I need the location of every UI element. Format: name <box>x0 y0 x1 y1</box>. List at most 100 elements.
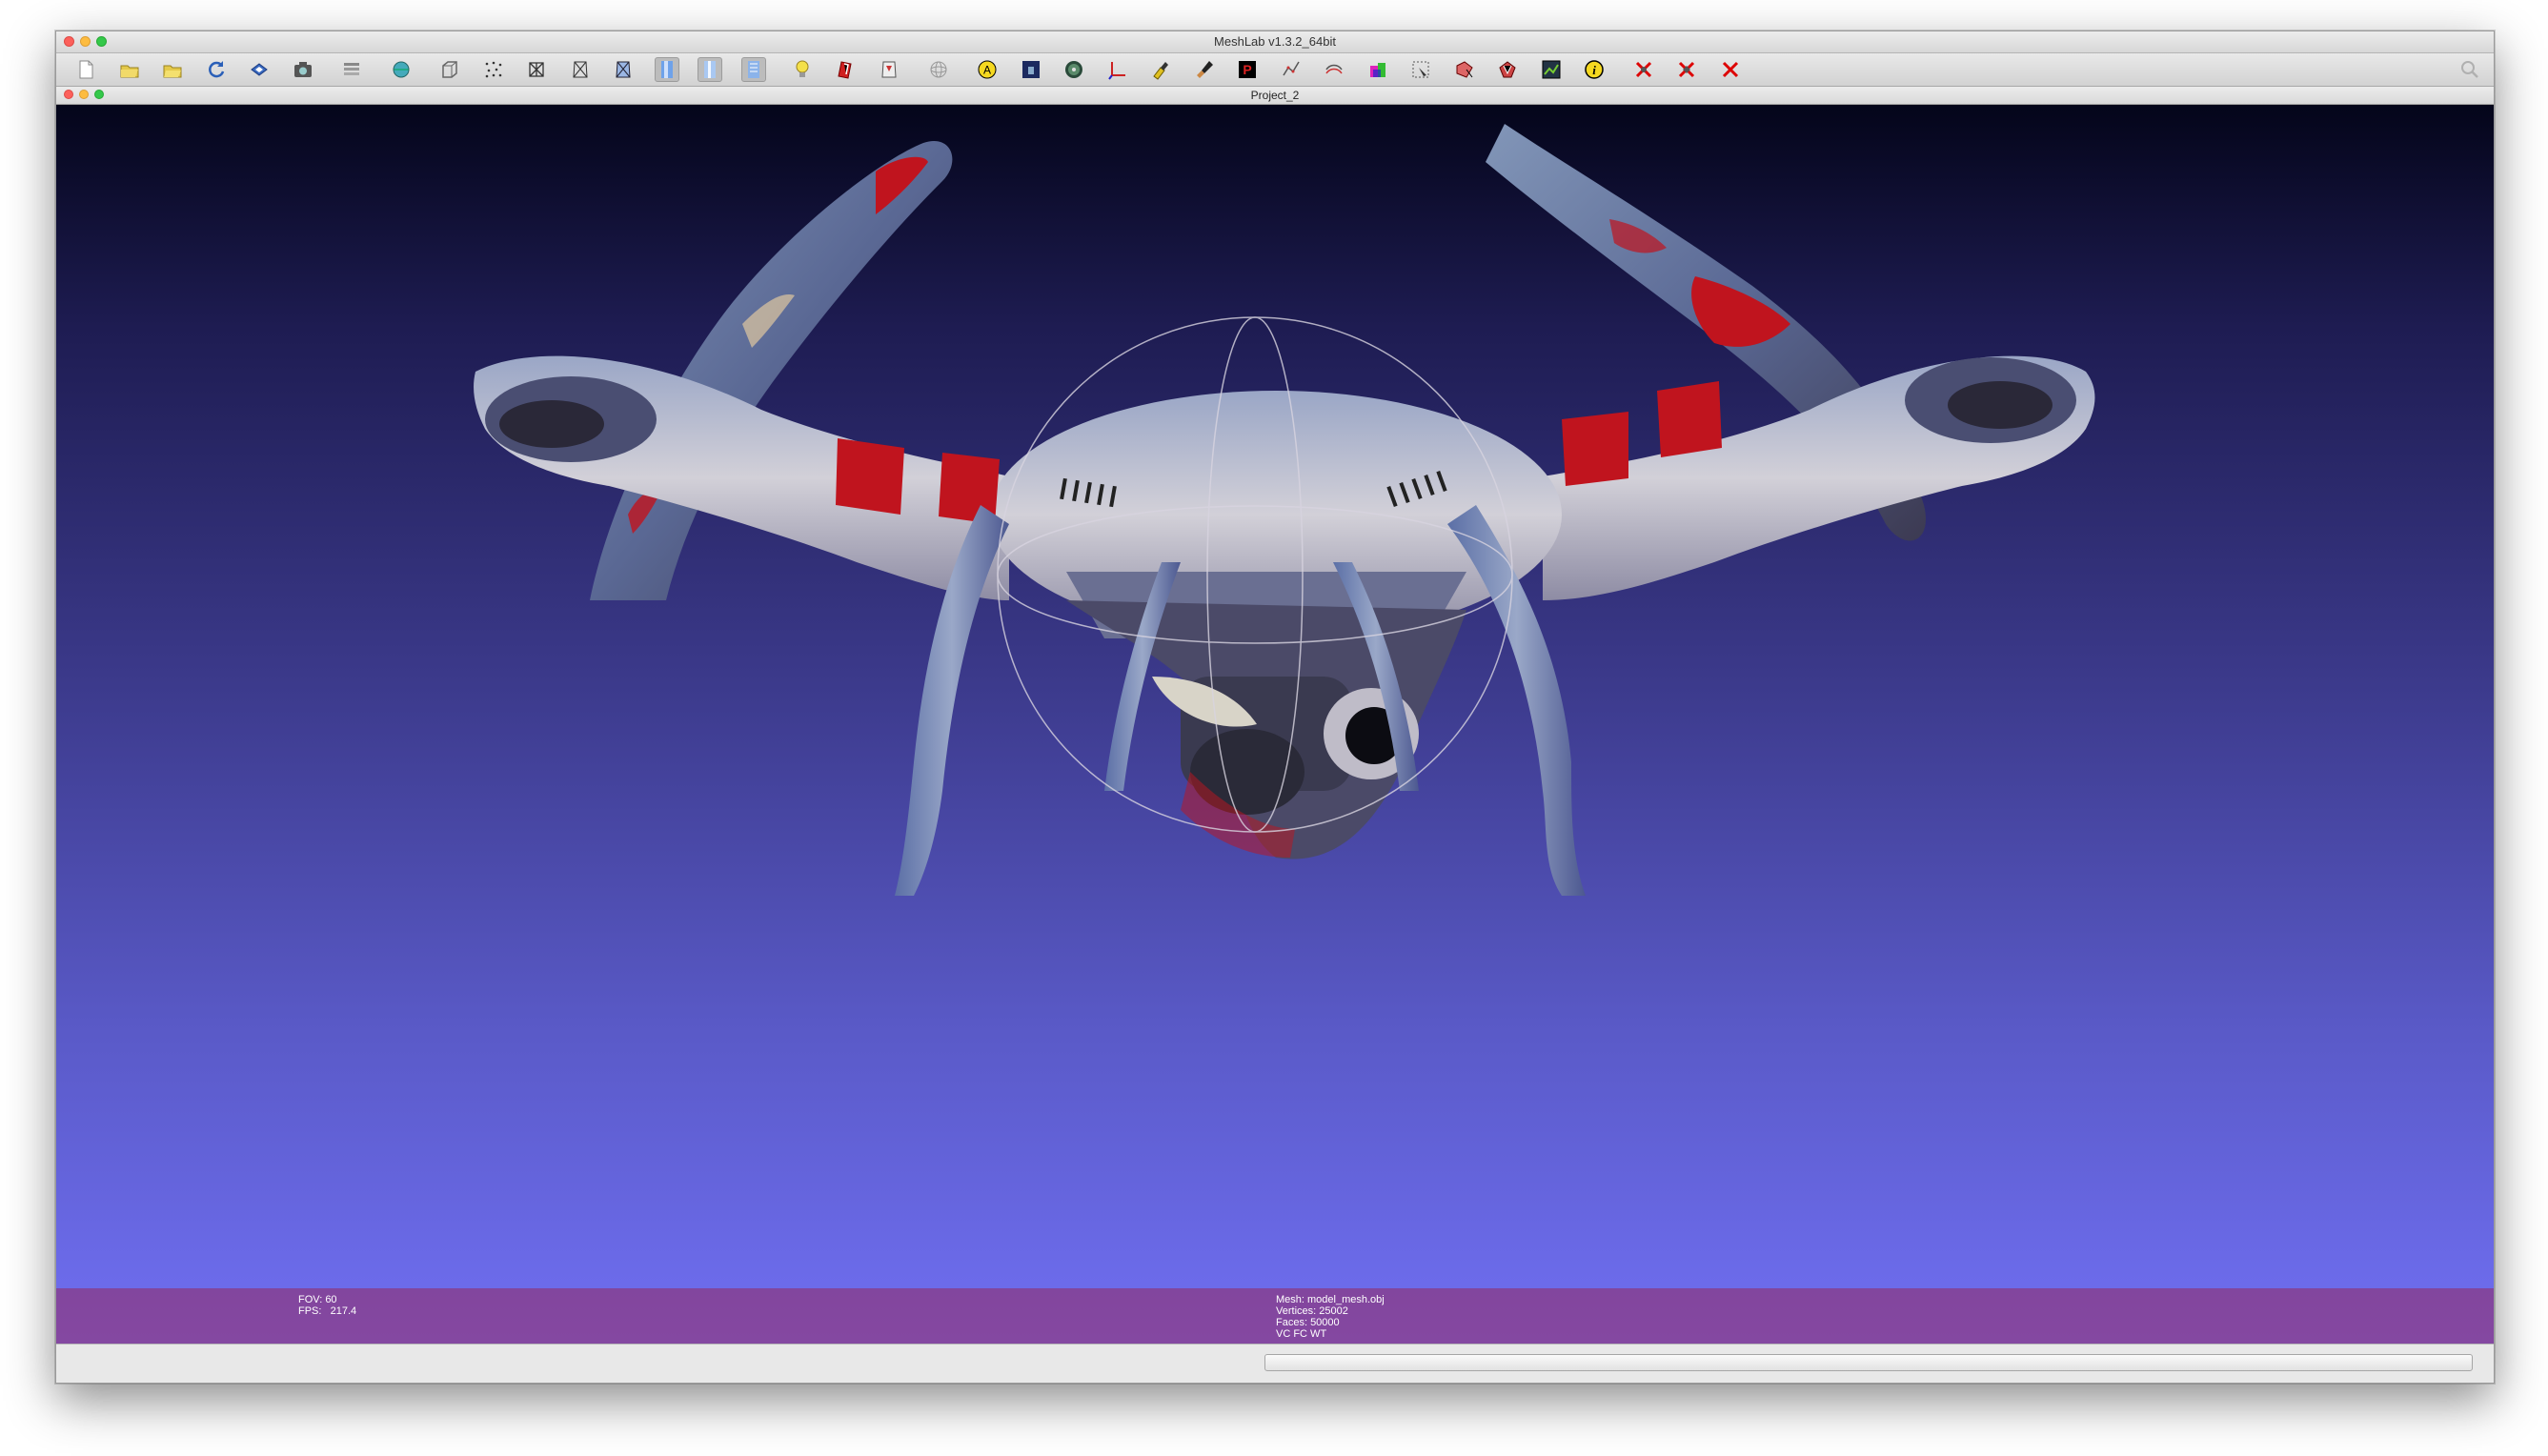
measure-icon <box>1065 61 1082 78</box>
fancy-lighting-button[interactable] <box>834 57 859 82</box>
delete-vertices-button[interactable] <box>1674 57 1699 82</box>
reload-icon <box>208 61 224 78</box>
meshlab-window: MeshLab v1.3.2_64bit A Pi Project_2 FOV: … <box>55 30 2495 1384</box>
open-mesh-icon <box>163 65 182 78</box>
document-title: Project_2 <box>1250 89 1300 102</box>
color-globe-icon <box>393 61 409 78</box>
measure-button[interactable] <box>1062 57 1086 82</box>
drone-mesh-render <box>474 124 2095 896</box>
zoom-button[interactable] <box>96 36 107 47</box>
info-button[interactable]: i <box>1582 57 1607 82</box>
delete-faces-button[interactable] <box>1631 57 1656 82</box>
align-button[interactable] <box>1279 57 1304 82</box>
3d-viewport[interactable]: FOV: 60 FPS: 217.4 Mesh: model_mesh.obj … <box>56 105 2494 1344</box>
pick-points-icon: P <box>1239 61 1256 78</box>
delete-all-button[interactable] <box>1718 57 1743 82</box>
progress-bar <box>1264 1354 2473 1371</box>
select-connected-icon <box>1499 61 1516 78</box>
select-vertices-icon <box>1456 61 1473 78</box>
quality-map-icon <box>1021 61 1040 78</box>
snapshot-button[interactable] <box>291 57 315 82</box>
info-overlay: FOV: 60 FPS: 217.4 Mesh: model_mesh.obj … <box>56 1288 2494 1344</box>
close-button[interactable] <box>64 36 74 47</box>
bounding-box-button[interactable] <box>437 57 462 82</box>
faces-count: Faces: 50000 <box>1276 1317 1340 1328</box>
texture-button[interactable] <box>740 57 766 82</box>
flat-shading-button[interactable] <box>654 57 679 82</box>
annotation-button[interactable]: A <box>975 57 1000 82</box>
manipulator-icon <box>1325 64 1343 74</box>
points-icon <box>485 61 501 78</box>
delete-all-icon <box>1722 61 1738 78</box>
save-icon <box>251 63 268 76</box>
pick-points-button[interactable]: P <box>1235 57 1260 82</box>
axis-button[interactable] <box>1105 57 1130 82</box>
smooth-shading-button[interactable] <box>698 57 722 82</box>
align-icon <box>1282 61 1300 76</box>
light-button[interactable] <box>790 57 815 82</box>
flat-lines-button[interactable] <box>611 57 636 82</box>
manipulator-button[interactable] <box>1322 57 1346 82</box>
layers-button[interactable] <box>339 57 364 82</box>
bounding-box-icon <box>442 61 457 78</box>
snapshot-icon <box>293 62 312 77</box>
wireframe-button[interactable] <box>524 57 549 82</box>
trackball-icon <box>930 61 946 78</box>
search-icon[interactable] <box>2459 59 2480 80</box>
brush-button[interactable] <box>1192 57 1217 82</box>
save-button[interactable] <box>247 57 272 82</box>
light-icon <box>796 60 809 77</box>
paint-button[interactable] <box>1148 57 1173 82</box>
trackball-button[interactable] <box>926 57 951 82</box>
select-faces-icon <box>1412 61 1429 78</box>
delete-vertices-icon <box>1678 61 1695 78</box>
main-toolbar: A Pi <box>56 53 2494 87</box>
axis-icon <box>1107 62 1125 80</box>
wireframe-icon <box>529 62 544 77</box>
document-minimize-button[interactable] <box>79 90 89 99</box>
smooth-shading-icon <box>704 61 716 78</box>
new-project-icon <box>79 60 93 79</box>
fancy-lighting-icon <box>837 61 852 79</box>
right-stripe-2 <box>1657 381 1722 457</box>
quality-map-button[interactable] <box>1019 57 1043 82</box>
hidden-lines-button[interactable] <box>568 57 593 82</box>
texture-icon <box>747 61 759 78</box>
new-project-button[interactable] <box>73 57 98 82</box>
hidden-lines-icon <box>572 61 588 78</box>
mesh-info: Mesh: model_mesh.obj Vertices: 25002 Fac… <box>1276 1294 1385 1340</box>
document-zoom-button[interactable] <box>94 90 104 99</box>
svg-text:i: i <box>1592 63 1596 77</box>
raster-button[interactable] <box>1539 57 1564 82</box>
reload-button[interactable] <box>204 57 229 82</box>
select-connected-button[interactable] <box>1495 57 1520 82</box>
color-globe-button[interactable] <box>389 57 414 82</box>
raster-icon <box>1542 60 1560 79</box>
paint-icon <box>1153 62 1168 80</box>
document-close-button[interactable] <box>64 90 73 99</box>
open-project-button[interactable] <box>117 57 142 82</box>
back-face-button[interactable] <box>877 57 901 82</box>
fov-fps-info: FOV: 60 FPS: 217.4 <box>298 1294 357 1317</box>
svg-text:P: P <box>1243 62 1251 77</box>
layers-icon <box>344 63 359 75</box>
window-controls <box>64 36 107 47</box>
svg-text:A: A <box>983 64 991 77</box>
back-face-icon <box>881 61 897 78</box>
color-paint-icon <box>1369 63 1385 77</box>
points-button[interactable] <box>481 57 506 82</box>
mesh-name: Mesh: model_mesh.obj <box>1276 1294 1385 1305</box>
delete-faces-icon <box>1635 61 1651 78</box>
flat-shading-icon <box>660 61 673 78</box>
open-mesh-button[interactable] <box>160 57 185 82</box>
vertices-count: Vertices: 25002 <box>1276 1305 1348 1317</box>
annotation-icon: A <box>978 60 997 79</box>
color-paint-button[interactable] <box>1365 57 1390 82</box>
select-vertices-button[interactable] <box>1452 57 1477 82</box>
select-faces-button[interactable] <box>1408 57 1433 82</box>
minimize-button[interactable] <box>80 36 91 47</box>
right-stripe-1 <box>1562 412 1628 486</box>
info-icon: i <box>1585 60 1604 79</box>
window-title: MeshLab v1.3.2_64bit <box>1214 34 1336 49</box>
brush-icon <box>1196 61 1213 78</box>
